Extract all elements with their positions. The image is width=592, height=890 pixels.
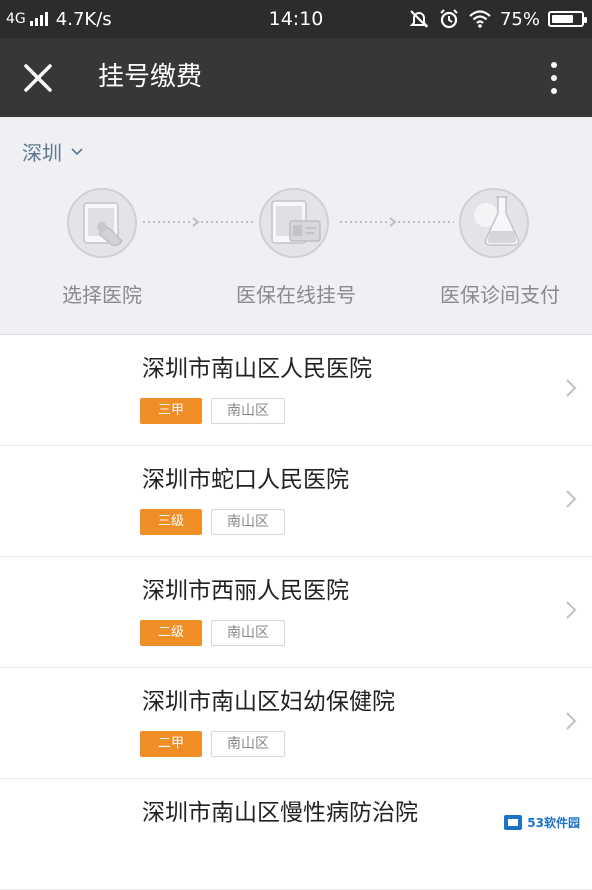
steps-panel: 深圳 选择医院 医保在线挂号 医保诊间支付: [0, 117, 592, 335]
status-right: 75%: [408, 8, 592, 30]
district-badge: 南山区: [211, 731, 285, 757]
district-badge: 南山区: [211, 398, 285, 424]
hospital-item[interactable]: 深圳市西丽人民医院 二级 南山区: [0, 557, 592, 668]
close-icon: [24, 64, 52, 92]
watermark: 53软件园: [499, 810, 584, 834]
more-vertical-icon: [551, 62, 557, 94]
watermark-text: 53软件园: [527, 815, 580, 830]
district-badge: 南山区: [211, 509, 285, 535]
chevron-right-icon: [566, 379, 577, 397]
chevron-right-icon: [566, 490, 577, 508]
chevron-right-icon: [566, 601, 577, 619]
step-2-label: 医保在线挂号: [236, 283, 356, 307]
tap-screen-icon: [67, 188, 137, 258]
hospital-name: 深圳市南山区人民医院: [142, 356, 372, 382]
chevron-down-icon: [71, 147, 83, 155]
step-1-label: 选择医院: [62, 283, 142, 307]
page-title: 挂号缴费: [98, 62, 203, 92]
close-button[interactable]: [18, 58, 58, 98]
step-arrow-icon: [340, 217, 397, 227]
hospital-item[interactable]: 深圳市南山区人民医院 三甲 南山区: [0, 335, 592, 446]
hospital-name: 深圳市西丽人民医院: [142, 578, 349, 604]
signal-icon: [29, 12, 48, 26]
alarm-icon: [440, 9, 458, 29]
hospital-item[interactable]: 深圳市南山区慢性病防治院: [0, 779, 592, 890]
dashed-line-icon: [201, 221, 253, 223]
header: 挂号缴费: [0, 38, 592, 117]
step-3-label: 医保诊间支付: [440, 283, 560, 307]
flask-icon: [459, 188, 529, 258]
more-button[interactable]: [534, 58, 574, 98]
hospital-item[interactable]: 深圳市南山区妇幼保健院 二甲 南山区: [0, 668, 592, 779]
network-speed: 4.7K/s: [55, 8, 112, 30]
dashed-line-icon: [398, 221, 454, 223]
grade-badge: 二级: [140, 620, 202, 646]
city-selector[interactable]: 深圳: [22, 137, 84, 166]
hospital-list: 深圳市南山区人民医院 三甲 南山区 深圳市蛇口人民医院 三级 南山区 深圳市西丽…: [0, 335, 592, 890]
hospital-name: 深圳市蛇口人民医院: [142, 467, 349, 493]
insurance-card-icon: [259, 188, 329, 258]
wifi-icon: [469, 10, 491, 28]
network-type: 4G: [6, 11, 26, 27]
city-name: 深圳: [22, 141, 62, 165]
chevron-right-icon: [566, 712, 577, 730]
watermark-logo-icon: [504, 815, 523, 830]
district-badge: 南山区: [211, 620, 285, 646]
grade-badge: 二甲: [140, 731, 202, 757]
status-bar: 4G 4.7K/s 14:10 75%: [0, 0, 592, 38]
step-arrow-icon: [143, 217, 200, 227]
mute-bell-icon: [409, 10, 429, 28]
grade-badge: 三级: [140, 509, 202, 535]
battery-icon: [548, 11, 587, 27]
grade-badge: 三甲: [140, 398, 202, 424]
battery-percent: 75%: [499, 8, 540, 30]
hospital-name: 深圳市南山区妇幼保健院: [142, 689, 395, 715]
status-left: 4G 4.7K/s: [0, 9, 112, 30]
hospital-item[interactable]: 深圳市蛇口人民医院 三级 南山区: [0, 446, 592, 557]
hospital-name: 深圳市南山区慢性病防治院: [142, 800, 418, 826]
